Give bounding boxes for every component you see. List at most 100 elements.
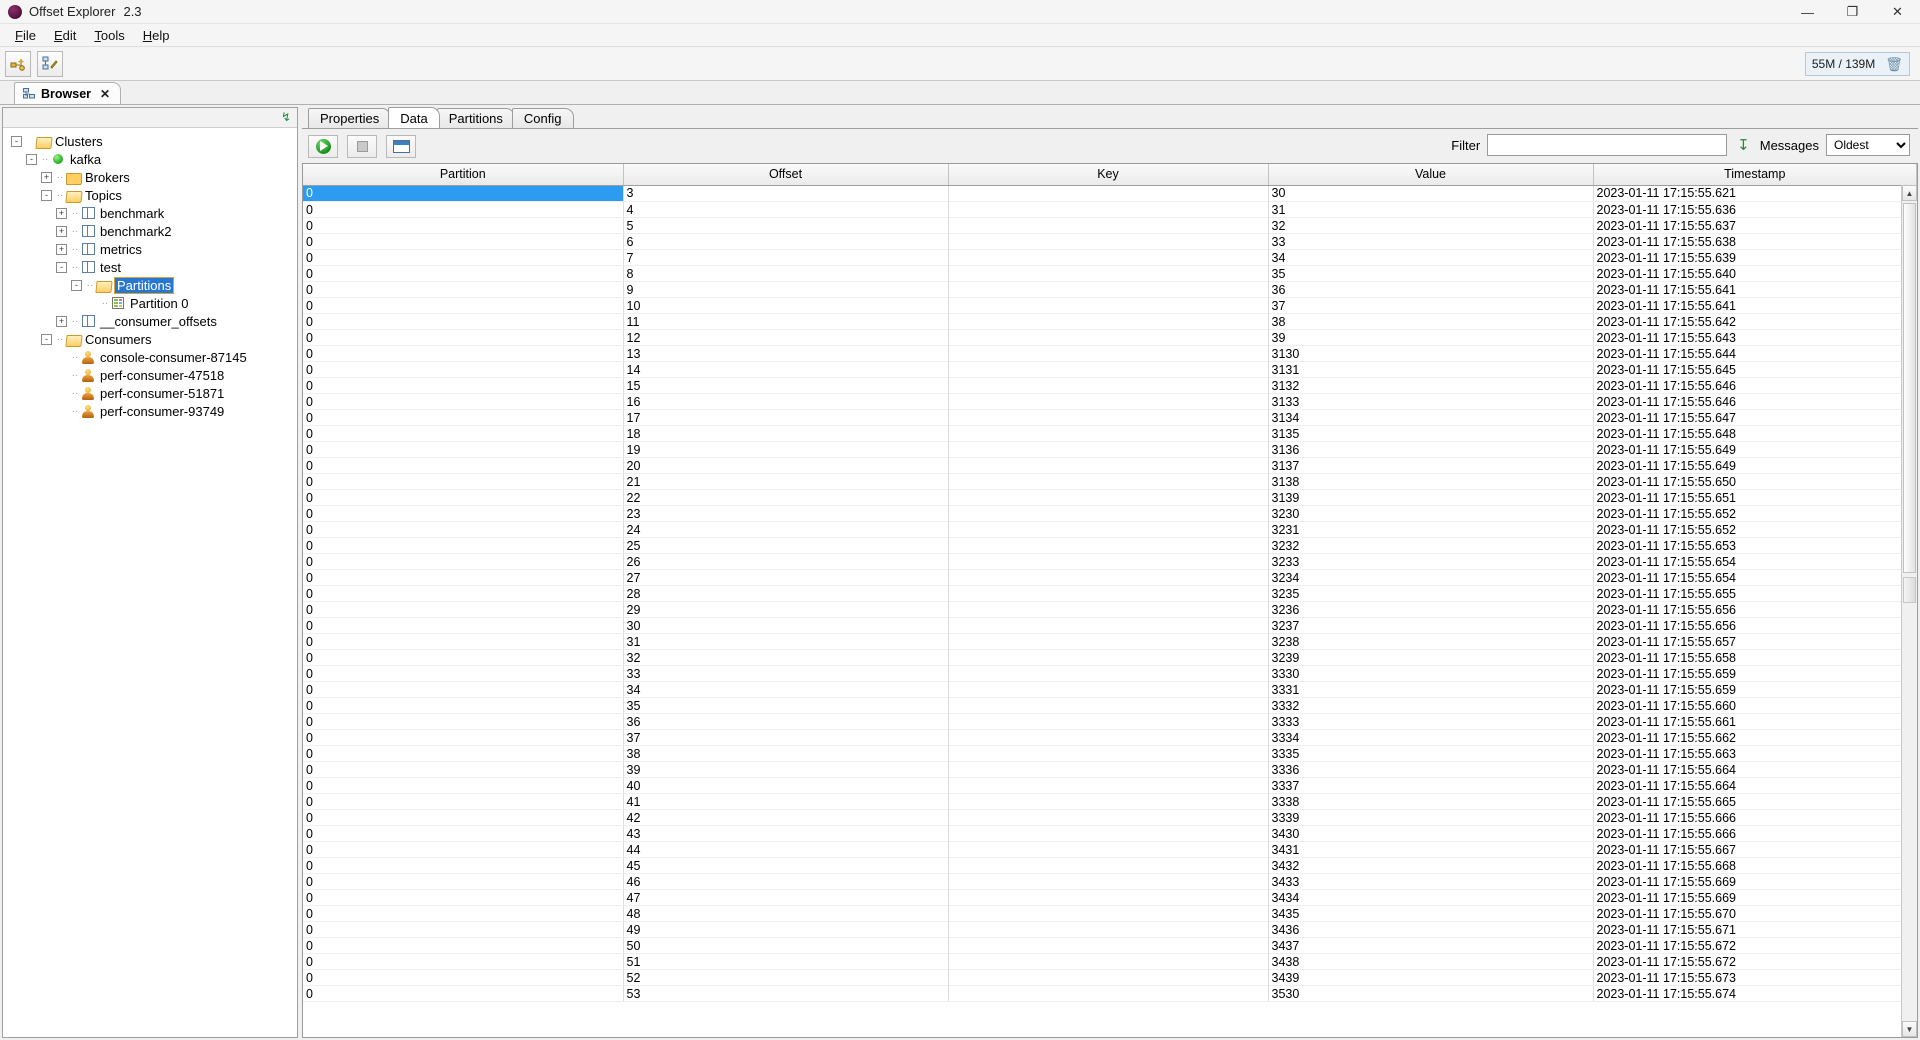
table-row[interactable]: 0 15 3132 2023-01-11 17:15:55.646 [303, 377, 1917, 394]
collapse-icon[interactable]: - [41, 189, 52, 201]
table-row[interactable]: 0 35 3332 2023-01-11 17:15:55.660 [303, 697, 1917, 714]
table-row[interactable]: 0 14 3131 2023-01-11 17:15:55.645 [303, 361, 1917, 378]
refresh-down-icon[interactable]: ↧ [1737, 136, 1750, 154]
table-row[interactable]: 0 32 3239 2023-01-11 17:15:55.658 [303, 649, 1917, 666]
stop-button[interactable] [347, 134, 377, 158]
table-row[interactable]: 0 50 3437 2023-01-11 17:15:55.672 [303, 937, 1917, 954]
table-row[interactable]: 0 5 32 2023-01-11 17:15:55.637 [303, 217, 1917, 234]
tree-item-clusters[interactable]: - Clusters [11, 132, 297, 150]
expand-icon[interactable]: + [56, 243, 67, 255]
table-row[interactable]: 0 45 3432 2023-01-11 17:15:55.668 [303, 857, 1917, 874]
table-row[interactable]: 0 26 3233 2023-01-11 17:15:55.654 [303, 553, 1917, 570]
run-button[interactable] [308, 134, 338, 158]
content-tab-partitions[interactable]: Partitions [436, 108, 515, 128]
expand-icon[interactable]: + [41, 171, 52, 183]
table-row[interactable]: 0 12 39 2023-01-11 17:15:55.643 [303, 329, 1917, 346]
table-row[interactable]: 0 31 3238 2023-01-11 17:15:55.657 [303, 633, 1917, 650]
menu-help[interactable]: Help [134, 26, 179, 45]
tree-item-console-consumer-87145[interactable]: ·· console-consumer-87145 [11, 348, 297, 366]
tree-item-test[interactable]: - ·· test [11, 258, 297, 276]
tree-item-perf-consumer-47518[interactable]: ·· perf-consumer-47518 [11, 366, 297, 384]
table-row[interactable]: 0 20 3137 2023-01-11 17:15:55.649 [303, 457, 1917, 474]
table-row[interactable]: 0 7 34 2023-01-11 17:15:55.639 [303, 249, 1917, 266]
table-row[interactable]: 0 3 30 2023-01-11 17:15:55.621 [303, 185, 1917, 202]
collapse-icon[interactable]: - [26, 153, 37, 165]
filter-input[interactable] [1487, 134, 1728, 156]
menu-edit[interactable]: Edit [45, 26, 85, 45]
tree-item-perf-consumer-51871[interactable]: ·· perf-consumer-51871 [11, 384, 297, 402]
column-header-timestamp[interactable]: Timestamp [1593, 164, 1917, 186]
collapse-icon[interactable]: - [56, 261, 67, 273]
tree-item-partition-0[interactable]: ·· Partition 0 [11, 294, 297, 312]
tree-item-consumer-offsets[interactable]: + ·· __consumer_offsets [11, 312, 297, 330]
table-row[interactable]: 0 21 3138 2023-01-11 17:15:55.650 [303, 473, 1917, 490]
table-row[interactable]: 0 25 3232 2023-01-11 17:15:55.653 [303, 537, 1917, 554]
content-tab-config[interactable]: Config [511, 108, 574, 128]
table-row[interactable]: 0 53 3530 2023-01-11 17:15:55.674 [303, 985, 1917, 1002]
collapse-icon[interactable]: - [41, 333, 52, 345]
table-row[interactable]: 0 13 3130 2023-01-11 17:15:55.644 [303, 345, 1917, 362]
table-row[interactable]: 0 30 3237 2023-01-11 17:15:55.656 [303, 617, 1917, 634]
tree-item-benchmark2[interactable]: + ·· benchmark2 [11, 222, 297, 240]
table-row[interactable]: 0 16 3133 2023-01-11 17:15:55.646 [303, 393, 1917, 410]
table-row[interactable]: 0 48 3435 2023-01-11 17:15:55.670 [303, 905, 1917, 922]
expand-icon[interactable]: + [56, 225, 67, 237]
table-row[interactable]: 0 4 31 2023-01-11 17:15:55.636 [303, 201, 1917, 218]
memory-indicator[interactable]: 55M / 139M 🗑 [1804, 52, 1910, 76]
table-row[interactable]: 0 28 3235 2023-01-11 17:15:55.655 [303, 585, 1917, 602]
maximize-button[interactable]: ❐ [1830, 0, 1875, 24]
tab-browser[interactable]: Browser ✕ [14, 82, 122, 104]
edit-cluster-button[interactable] [37, 50, 63, 77]
table-row[interactable]: 0 6 33 2023-01-11 17:15:55.638 [303, 233, 1917, 250]
tree-item-perf-consumer-93749[interactable]: ·· perf-consumer-93749 [11, 402, 297, 420]
table-row[interactable]: 0 36 3333 2023-01-11 17:15:55.661 [303, 713, 1917, 730]
minimize-button[interactable]: — [1785, 0, 1830, 24]
table-row[interactable]: 0 38 3335 2023-01-11 17:15:55.663 [303, 745, 1917, 762]
column-header-partition[interactable]: Partition [303, 164, 624, 186]
table-row[interactable]: 0 19 3136 2023-01-11 17:15:55.649 [303, 441, 1917, 458]
tree-item-topics[interactable]: - ·· Topics [11, 186, 297, 204]
table-row[interactable]: 0 39 3336 2023-01-11 17:15:55.664 [303, 761, 1917, 778]
table-row[interactable]: 0 9 36 2023-01-11 17:15:55.641 [303, 281, 1917, 298]
table-row[interactable]: 0 49 3436 2023-01-11 17:15:55.671 [303, 921, 1917, 938]
table-row[interactable]: 0 18 3135 2023-01-11 17:15:55.648 [303, 425, 1917, 442]
table-scroll-area[interactable]: 0 3 30 2023-01-11 17:15:55.621 0 4 31 2023-01-1… [303, 185, 1917, 1038]
expand-icon[interactable]: + [56, 207, 67, 219]
table-row[interactable]: 0 51 3438 2023-01-11 17:15:55.672 [303, 953, 1917, 970]
table-row[interactable]: 0 41 3338 2023-01-11 17:15:55.665 [303, 793, 1917, 810]
table-row[interactable]: 0 22 3139 2023-01-11 17:15:55.651 [303, 489, 1917, 506]
column-header-offset[interactable]: Offset [623, 164, 949, 186]
content-tab-data[interactable]: Data [388, 107, 440, 128]
table-row[interactable]: 0 40 3337 2023-01-11 17:15:55.664 [303, 777, 1917, 794]
table-row[interactable]: 0 23 3230 2023-01-11 17:15:55.652 [303, 505, 1917, 522]
add-cluster-button[interactable] [5, 50, 31, 77]
table-row[interactable]: 0 46 3433 2023-01-11 17:15:55.669 [303, 873, 1917, 890]
tree-item-partitions[interactable]: - ·· Partitions [11, 276, 297, 294]
table-row[interactable]: 0 11 38 2023-01-11 17:15:55.642 [303, 313, 1917, 330]
expand-icon[interactable]: + [56, 315, 67, 327]
column-header-value[interactable]: Value [1268, 164, 1594, 186]
content-tab-properties[interactable]: Properties [308, 108, 392, 128]
tree-item-consumers[interactable]: - ·· Consumers [11, 330, 297, 348]
scrollbar-thumb[interactable] [1903, 203, 1916, 573]
scrollbar-grip[interactable] [1903, 577, 1916, 603]
menu-file[interactable]: File [6, 26, 45, 45]
table-row[interactable]: 0 29 3236 2023-01-11 17:15:55.656 [303, 601, 1917, 618]
table-row[interactable]: 0 10 37 2023-01-11 17:15:55.641 [303, 297, 1917, 314]
close-button[interactable]: ✕ [1875, 0, 1920, 24]
tab-browser-close-icon[interactable]: ✕ [100, 87, 110, 101]
column-header-key[interactable]: Key [948, 164, 1269, 186]
table-row[interactable]: 0 8 35 2023-01-11 17:15:55.640 [303, 265, 1917, 282]
table-row[interactable]: 0 34 3331 2023-01-11 17:15:55.659 [303, 681, 1917, 698]
tree-item-metrics[interactable]: + ·· metrics [11, 240, 297, 258]
table-row[interactable]: 0 52 3439 2023-01-11 17:15:55.673 [303, 969, 1917, 986]
view-button[interactable] [386, 134, 416, 158]
table-row[interactable]: 0 17 3134 2023-01-11 17:15:55.647 [303, 409, 1917, 426]
messages-order-select[interactable]: OldestNewest [1826, 134, 1910, 156]
table-row[interactable]: 0 43 3430 2023-01-11 17:15:55.666 [303, 825, 1917, 842]
scroll-up-arrow-icon[interactable]: ▲ [1902, 185, 1917, 201]
table-row[interactable]: 0 44 3431 2023-01-11 17:15:55.667 [303, 841, 1917, 858]
table-row[interactable]: 0 37 3334 2023-01-11 17:15:55.662 [303, 729, 1917, 746]
minimize-panel-icon[interactable]: ↯ [281, 110, 291, 124]
table-row[interactable]: 0 33 3330 2023-01-11 17:15:55.659 [303, 665, 1917, 682]
